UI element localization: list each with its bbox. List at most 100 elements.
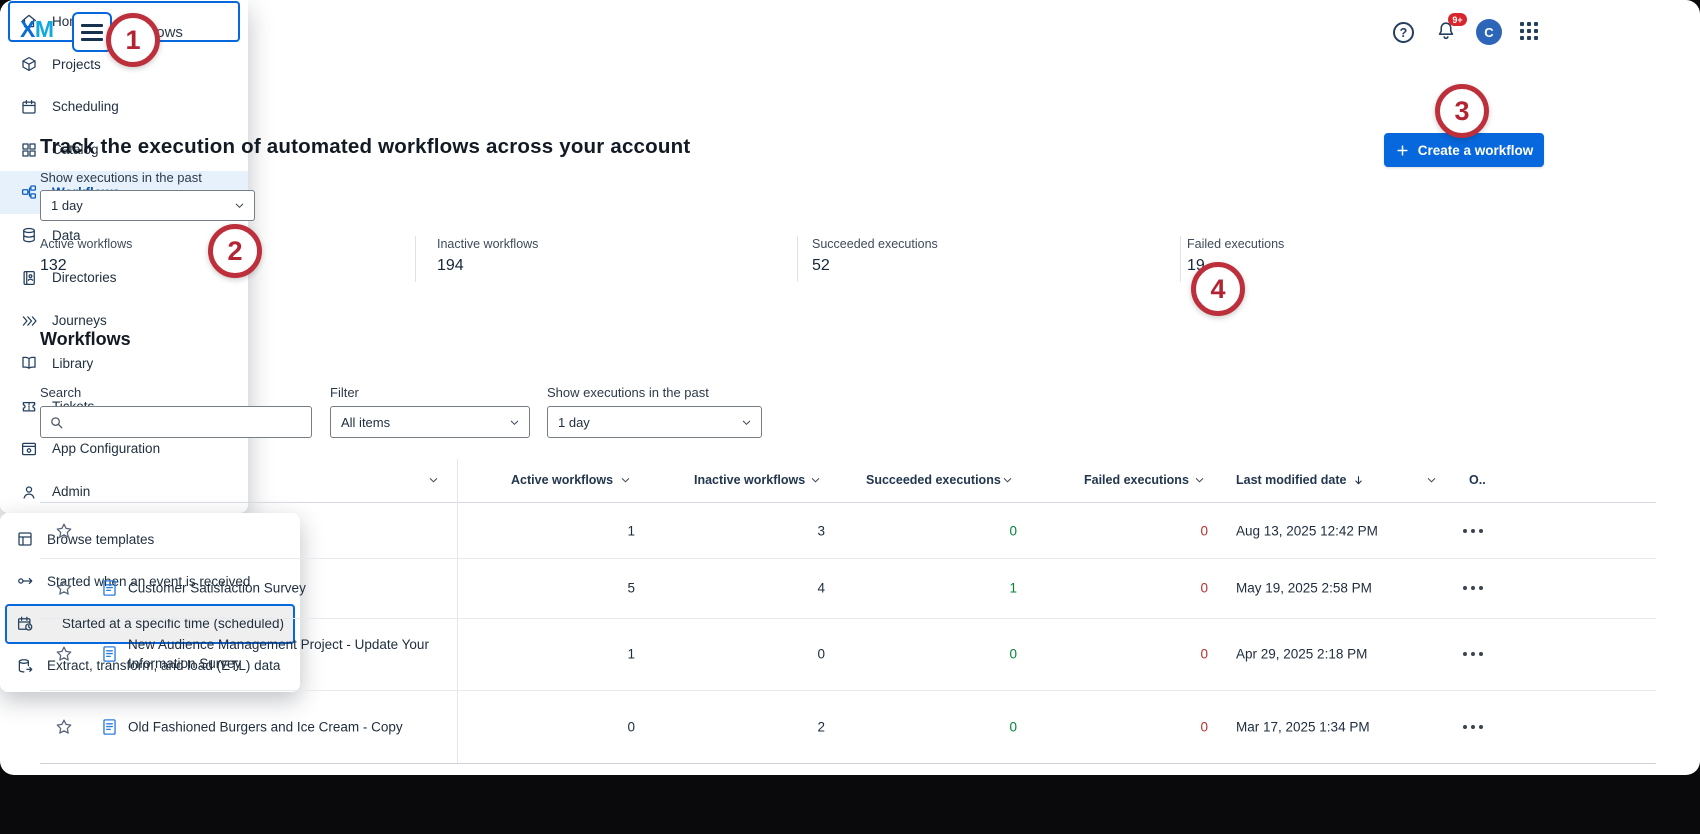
column-menu-chevron[interactable] bbox=[428, 475, 439, 486]
inactive-count: 3 bbox=[747, 523, 825, 538]
stat-label: Active workflows bbox=[40, 237, 132, 251]
tickets-icon bbox=[20, 397, 38, 415]
favorite-star-icon[interactable] bbox=[54, 578, 74, 598]
filter-value: All items bbox=[341, 415, 390, 430]
survey-document-icon bbox=[100, 579, 119, 598]
create-workflow-button[interactable]: Create a workflow bbox=[1384, 133, 1544, 167]
workflows-icon bbox=[20, 183, 38, 201]
library-icon bbox=[20, 354, 38, 372]
survey-document-icon bbox=[100, 645, 119, 664]
inactive-count: 0 bbox=[747, 647, 825, 662]
executions-past-label: Show executions in the past bbox=[547, 385, 709, 400]
show-past-select[interactable]: 1 day bbox=[40, 190, 255, 221]
chevron-down-icon bbox=[741, 417, 752, 428]
stat-divider bbox=[415, 236, 416, 282]
workflow-name[interactable]: Old Fashioned Burgers and Ice Cream - Co… bbox=[128, 717, 403, 736]
chevron-down-icon bbox=[509, 417, 520, 428]
inactive-count: 4 bbox=[747, 581, 825, 596]
stat-value: 194 bbox=[437, 257, 464, 275]
section-title: Workflows bbox=[40, 329, 131, 350]
annotation-step-1: 1 bbox=[106, 13, 160, 67]
row-options-icon[interactable] bbox=[1462, 528, 1484, 534]
nav-item-label: Projects bbox=[52, 57, 101, 72]
active-count: 0 bbox=[557, 719, 635, 734]
column-menu-chevron[interactable] bbox=[810, 475, 821, 486]
page-heading: Track the execution of automated workflo… bbox=[40, 135, 690, 159]
last-modified-date: Mar 17, 2025 1:34 PM bbox=[1236, 719, 1370, 734]
create-workflow-label: Create a workflow bbox=[1418, 143, 1534, 158]
workflow-name[interactable]: Customer Satisfaction Survey bbox=[128, 579, 306, 598]
failed-count: 0 bbox=[1130, 581, 1208, 596]
workflow-name[interactable]: New Audience Management Project - Update… bbox=[128, 635, 438, 673]
app-configuration-icon bbox=[20, 440, 38, 458]
projects-icon bbox=[20, 55, 38, 73]
column-header-active: Active workflows bbox=[511, 473, 613, 487]
table-row: Customer Satisfaction Survey 5 4 1 0 May… bbox=[0, 558, 1700, 618]
stat-value: 52 bbox=[812, 257, 830, 275]
succeeded-count: 0 bbox=[939, 719, 1017, 734]
failed-count: 0 bbox=[1130, 523, 1208, 538]
last-modified-date: Aug 13, 2025 12:42 PM bbox=[1236, 523, 1378, 538]
notification-badge: 9+ bbox=[1448, 13, 1467, 26]
search-input[interactable] bbox=[71, 415, 303, 430]
active-count: 5 bbox=[557, 581, 635, 596]
row-options-icon[interactable] bbox=[1462, 724, 1484, 730]
journeys-icon bbox=[20, 312, 38, 330]
stat-divider bbox=[1180, 236, 1181, 282]
favorite-star-icon[interactable] bbox=[54, 644, 74, 664]
column-menu-chevron[interactable] bbox=[1194, 475, 1205, 486]
survey-document-icon bbox=[100, 717, 119, 736]
column-header-modified-label: Last modified date bbox=[1236, 473, 1346, 487]
active-count: 1 bbox=[557, 647, 635, 662]
column-menu-chevron[interactable] bbox=[1002, 475, 1013, 486]
column-header-inactive: Inactive workflows bbox=[694, 473, 805, 487]
scheduling-icon bbox=[20, 98, 38, 116]
column-menu-chevron[interactable] bbox=[1426, 475, 1437, 486]
stat-label: Failed executions bbox=[1187, 237, 1284, 251]
column-menu-chevron[interactable] bbox=[620, 475, 631, 486]
logo-x: X bbox=[20, 16, 35, 43]
column-header-failed: Failed executions bbox=[1084, 473, 1189, 487]
inactive-count: 2 bbox=[747, 719, 825, 734]
stat-divider bbox=[797, 236, 798, 282]
directories-icon bbox=[20, 269, 38, 287]
executions-past-select[interactable]: 1 day bbox=[547, 406, 762, 438]
succeeded-count: 0 bbox=[939, 647, 1017, 662]
table-row: Old Fashioned Burgers and Ice Cream - Co… bbox=[0, 690, 1700, 763]
column-header-modified[interactable]: Last modified date bbox=[1236, 473, 1365, 487]
failed-count: 0 bbox=[1130, 719, 1208, 734]
catalog-icon bbox=[20, 141, 38, 159]
search-icon bbox=[49, 415, 64, 430]
row-options-icon[interactable] bbox=[1462, 651, 1484, 657]
succeeded-count: 1 bbox=[939, 581, 1017, 596]
succeeded-count: 0 bbox=[939, 523, 1017, 538]
favorite-star-icon[interactable] bbox=[54, 717, 74, 737]
data-icon bbox=[20, 226, 38, 244]
stat-label: Inactive workflows bbox=[437, 237, 538, 251]
nav-item-label: Library bbox=[52, 356, 93, 371]
annotation-step-3: 3 bbox=[1435, 84, 1489, 138]
show-past-label: Show executions in the past bbox=[40, 170, 202, 185]
xm-logo[interactable]: X M bbox=[20, 16, 54, 43]
favorite-star-icon[interactable] bbox=[54, 521, 74, 541]
filter-select[interactable]: All items bbox=[330, 406, 530, 438]
nav-item-label: Journeys bbox=[52, 313, 107, 328]
table-row: New Audience Management Project - Update… bbox=[0, 618, 1700, 690]
failed-count: 0 bbox=[1130, 647, 1208, 662]
plus-icon bbox=[1395, 143, 1410, 158]
nav-item-label: Scheduling bbox=[52, 99, 119, 114]
annotation-step-2: 2 bbox=[208, 224, 262, 278]
table-row bbox=[0, 763, 1700, 775]
help-icon[interactable]: ? bbox=[1393, 22, 1414, 43]
annotation-step-4: 4 bbox=[1191, 262, 1245, 316]
apps-grid-icon[interactable] bbox=[1520, 22, 1538, 40]
search-box bbox=[40, 406, 312, 438]
nav-item-label: App Configuration bbox=[52, 441, 160, 456]
sort-desc-arrow-icon bbox=[1352, 474, 1365, 487]
executions-past-value: 1 day bbox=[558, 415, 590, 430]
row-options-icon[interactable] bbox=[1462, 585, 1484, 591]
avatar[interactable]: C bbox=[1476, 19, 1502, 45]
nav-item-scheduling[interactable]: Scheduling bbox=[0, 86, 248, 129]
column-header-succeeded: Succeeded executions bbox=[866, 473, 1001, 487]
stat-label: Succeeded executions bbox=[812, 237, 938, 251]
